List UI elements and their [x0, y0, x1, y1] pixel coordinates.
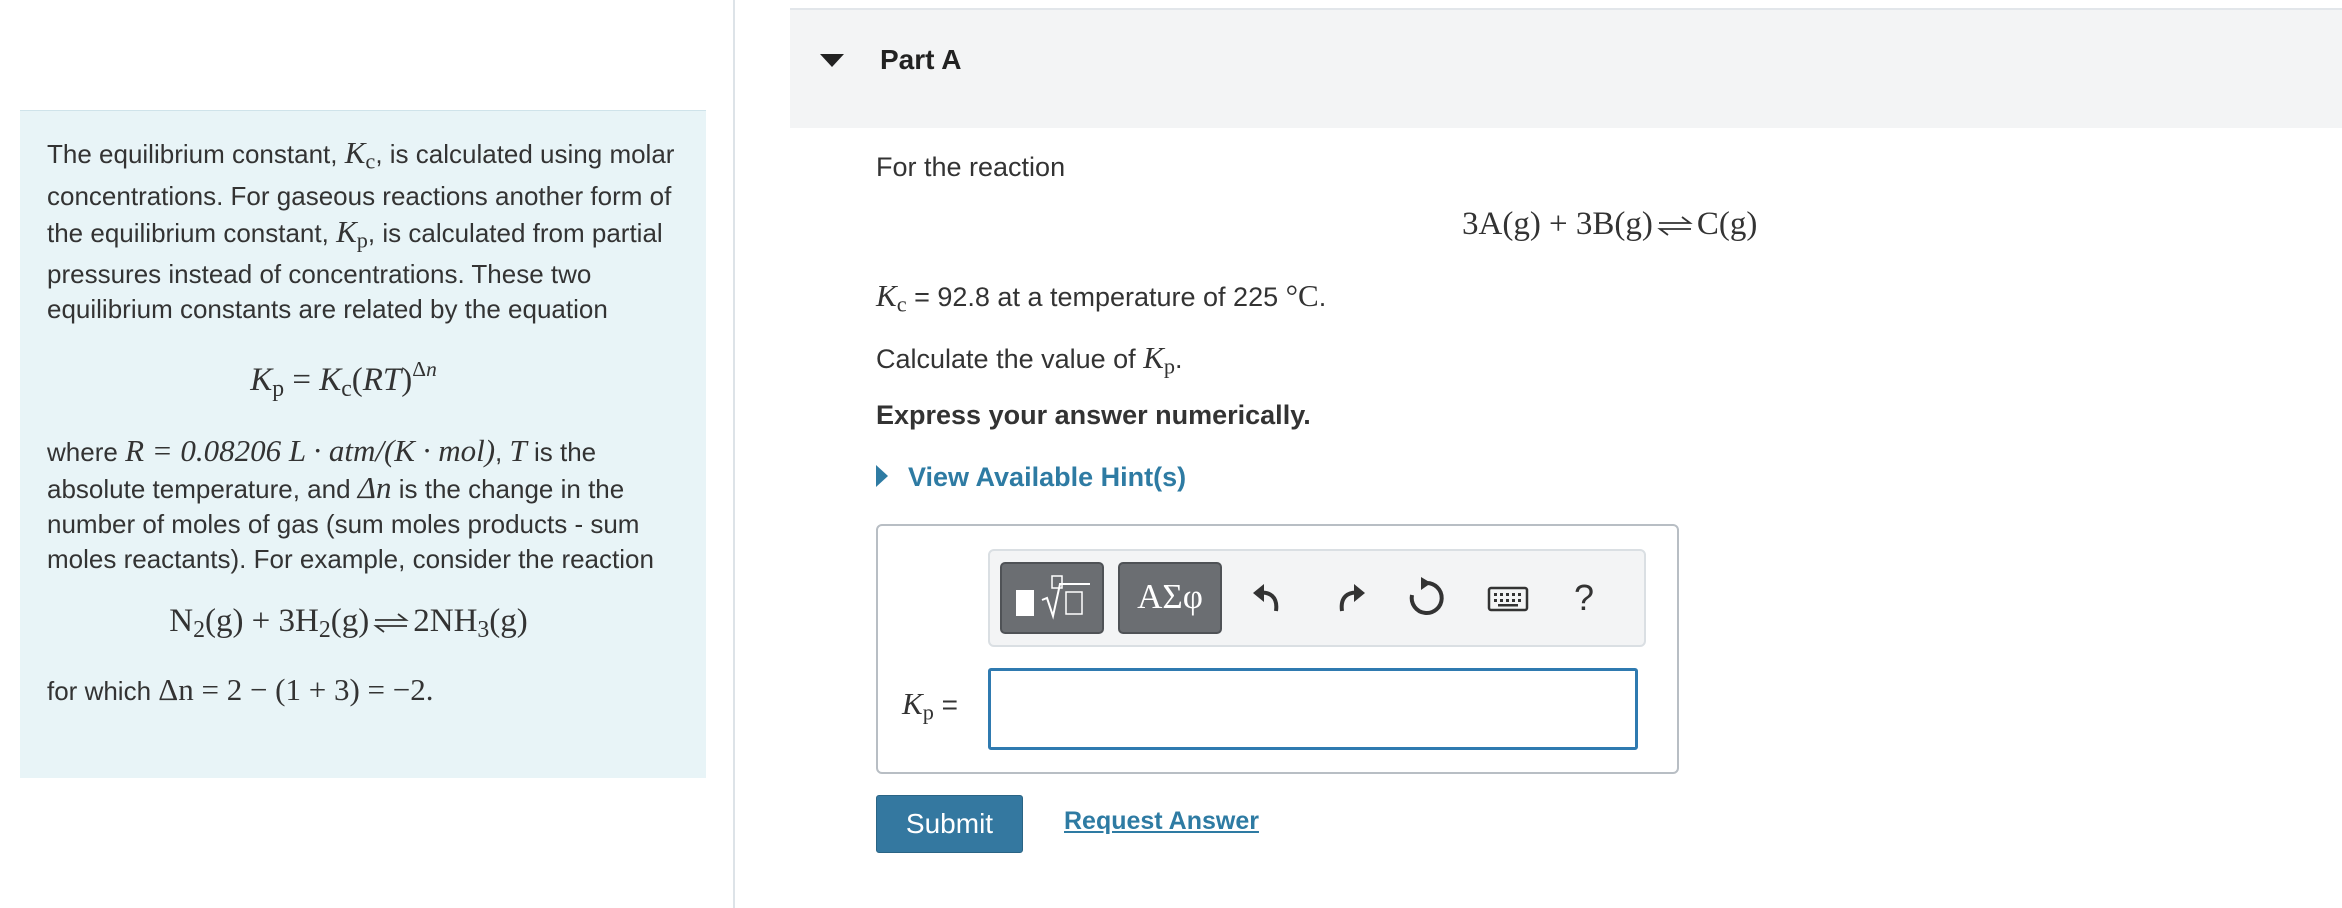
example-reaction-equation: N2(g) + 3H2(g) 2NH3(g) [169, 603, 528, 643]
caret-right-icon [876, 465, 888, 487]
answer-box: ΑΣφ ? Kp = [876, 524, 1679, 774]
view-hints-link[interactable]: View Available Hint(s) [876, 462, 1186, 493]
submit-button[interactable]: Submit [876, 795, 1023, 853]
math-toolbar: ΑΣφ ? [988, 549, 1646, 647]
undo-icon[interactable] [1244, 573, 1292, 623]
equilibrium-arrow-icon [373, 613, 409, 634]
calculate-instruction: Calculate the value of Kp. [876, 340, 1183, 379]
intro-panel: The equilibrium constant, Kc, is calcula… [20, 110, 706, 778]
equilibrium-arrow-icon [1657, 216, 1693, 237]
intro-paragraph-2: where R = 0.08206 L · atm/(K · mol), T i… [47, 433, 654, 575]
intro-paragraph-3: for which Δn = 2 − (1 + 3) = −2. [47, 671, 434, 707]
answer-label: Kp = [902, 686, 958, 725]
part-title: Part A [880, 44, 962, 75]
reset-icon[interactable] [1402, 573, 1450, 623]
intro-paragraph-1: The equilibrium constant, Kc, is calcula… [47, 135, 675, 325]
kp-kc-equation: Kp = Kc(RT)Δn [250, 357, 437, 403]
part-a-header[interactable]: Part A [790, 8, 2342, 128]
kc-statement: Kc = 92.8 at a temperature of 225 °C. [876, 278, 1327, 317]
caret-down-icon[interactable] [820, 54, 844, 67]
reaction-equation: 3A(g) + 3B(g) C(g) [1462, 206, 1758, 242]
kp-symbol: Kp [336, 213, 368, 253]
kc-symbol: Kc [344, 135, 376, 174]
problem-intro: For the reaction [876, 152, 1066, 182]
greek-symbols-button[interactable]: ΑΣφ [1118, 562, 1222, 634]
redo-icon[interactable] [1326, 573, 1374, 623]
keyboard-icon[interactable] [1484, 573, 1532, 623]
answer-input[interactable] [988, 668, 1638, 750]
panel-divider [733, 0, 735, 908]
templates-icon [1016, 575, 1090, 620]
request-answer-link[interactable]: Request Answer [1064, 807, 1259, 836]
templates-button[interactable] [1000, 562, 1104, 634]
help-button[interactable]: ? [1560, 573, 1608, 623]
express-instruction: Express your answer numerically. [876, 400, 1311, 430]
gas-constant-expression: R = 0.08206 L · atm/(K · mol) [125, 433, 496, 469]
